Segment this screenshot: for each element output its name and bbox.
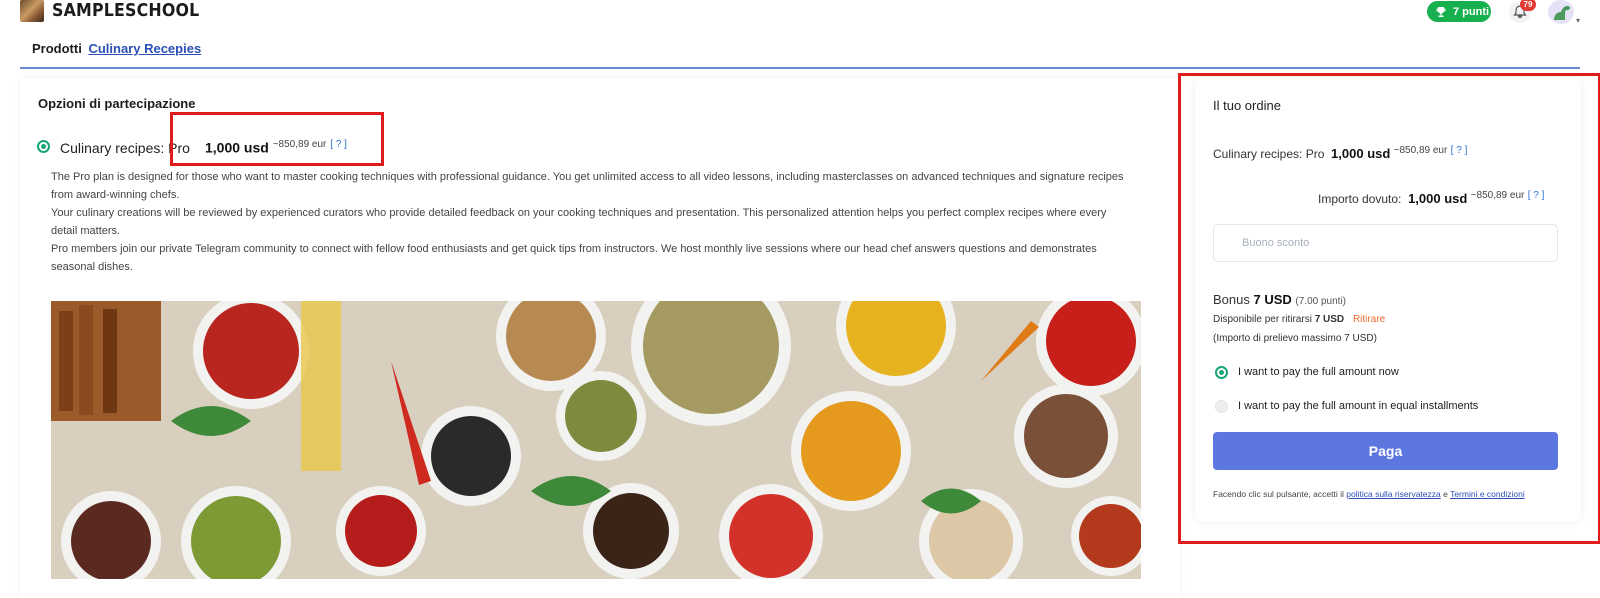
terms-note: Facendo clic sul pulsante, accetti il po… — [1213, 489, 1525, 499]
price-highlight-box — [170, 112, 384, 166]
terms-and: e — [1443, 489, 1448, 499]
pay-installments-radio[interactable] — [1215, 400, 1228, 413]
plan-pro-radio[interactable] — [37, 140, 50, 153]
breadcrumb-section: Prodotti — [32, 41, 82, 56]
amount-due-label: Importo dovuto: — [1318, 192, 1402, 206]
terms-conditions-link[interactable]: Termini e condizioni — [1450, 489, 1525, 499]
amount-due-line: Importo dovuto: 1,000 usd ~850,89 eur [ … — [1318, 190, 1544, 206]
plan-description: The Pro plan is designed for those who w… — [51, 168, 1131, 276]
user-avatar[interactable] — [1548, 0, 1574, 24]
available-withdraw-line: Disponibile per ritirarsi 7 USD Ritirare — [1213, 314, 1385, 325]
points-label: 7 punti — [1453, 5, 1490, 18]
dinosaur-icon — [1554, 6, 1570, 20]
available-value: 7 USD — [1314, 314, 1345, 325]
pay-full-now-radio[interactable] — [1215, 366, 1228, 379]
order-item-line: Culinary recipes: Pro 1,000 usd ~850,89 … — [1213, 145, 1467, 161]
available-label: Disponibile per ritirarsi — [1213, 314, 1312, 325]
notifications-count-badge: 79 — [1520, 0, 1536, 11]
spices-hero-image — [51, 301, 1141, 579]
trophy-icon — [1436, 6, 1446, 17]
participation-options-title: Opzioni di partecipazione — [38, 96, 196, 111]
pay-full-now-label[interactable]: I want to pay the full amount now — [1238, 366, 1399, 378]
privacy-policy-link[interactable]: politica sulla riservatezza — [1346, 489, 1440, 499]
bonus-label: Bonus — [1213, 292, 1250, 307]
pay-button[interactable]: Paga — [1213, 432, 1558, 470]
brand-name[interactable]: SAMPLESCHOOL — [52, 0, 199, 21]
amount-due-conversion: ~850,89 eur — [1470, 190, 1525, 201]
bonus-line: Bonus 7 USD (7.00 punti) — [1213, 292, 1346, 307]
amount-due-help-link[interactable]: [ ? ] — [1528, 190, 1545, 201]
withdraw-link[interactable]: Ritirare — [1353, 314, 1385, 325]
breadcrumb: Prodotti Culinary Recepies — [32, 41, 201, 56]
plan-description-paragraph: Your culinary creations will be reviewed… — [51, 207, 1107, 237]
order-highlight-box — [1178, 73, 1600, 544]
order-item-name: Culinary recipes: Pro — [1213, 147, 1325, 161]
header-divider — [20, 67, 1580, 69]
school-logo[interactable] — [20, 0, 44, 22]
points-badge[interactable]: 7 punti — [1427, 1, 1491, 22]
terms-prefix: Facendo clic sul pulsante, accetti il — [1213, 489, 1344, 499]
max-withdraw-note: (Importo di prelievo massimo 7 USD) — [1213, 333, 1377, 344]
amount-due-price: 1,000 usd — [1408, 191, 1468, 206]
bonus-points: (7.00 punti) — [1295, 296, 1347, 307]
plan-description-paragraph: The Pro plan is designed for those who w… — [51, 171, 1124, 201]
pay-installments-label[interactable]: I want to pay the full amount in equal i… — [1238, 400, 1478, 412]
order-item-help-link[interactable]: [ ? ] — [1451, 145, 1468, 156]
plan-description-paragraph: Pro members join our private Telegram co… — [51, 243, 1097, 273]
order-item-price: 1,000 usd — [1331, 146, 1391, 161]
coupon-input[interactable] — [1213, 224, 1558, 262]
chevron-down-icon[interactable]: ▾ — [1576, 16, 1580, 25]
order-item-conversion: ~850,89 eur — [1393, 145, 1448, 156]
order-title: Il tuo ordine — [1213, 98, 1281, 113]
bonus-value: 7 USD — [1253, 292, 1292, 307]
top-bar: SAMPLESCHOOL 7 punti 79 ▾ — [0, 0, 1600, 26]
breadcrumb-current-link[interactable]: Culinary Recepies — [88, 41, 201, 56]
